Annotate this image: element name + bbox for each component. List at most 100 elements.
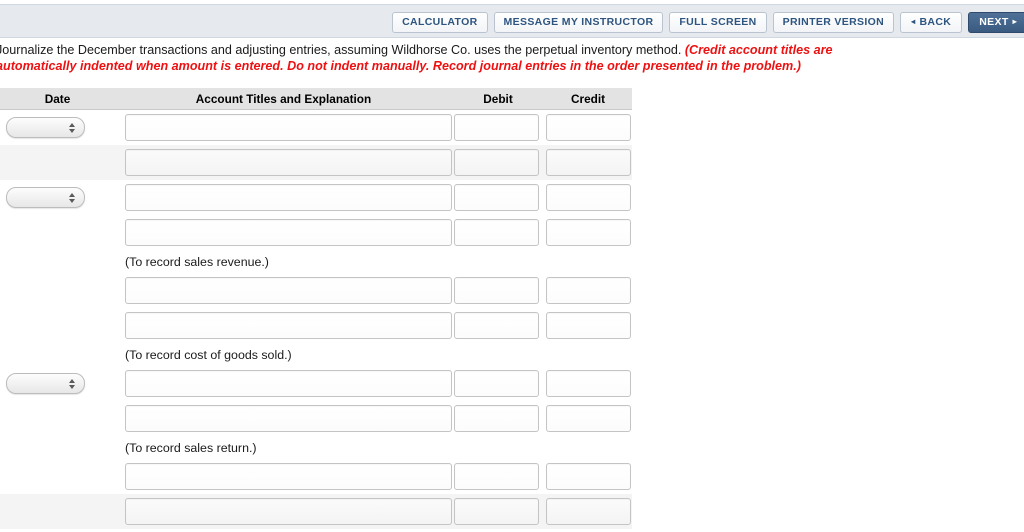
stepper-arrows-icon <box>69 192 75 203</box>
credit-input[interactable] <box>546 149 631 176</box>
account-title-input[interactable] <box>125 277 452 304</box>
credit-cell <box>544 401 632 436</box>
next-button[interactable]: NEXT ▸ <box>968 11 1024 33</box>
account-title-input[interactable] <box>125 463 452 490</box>
credit-cell <box>544 180 632 215</box>
instructions-hint-part1: (Credit account titles are <box>684 43 833 57</box>
credit-input[interactable] <box>546 184 631 211</box>
debit-input[interactable] <box>454 405 539 432</box>
chevron-left-icon: ◂ <box>911 17 916 26</box>
top-toolbar: CALCULATOR MESSAGE MY INSTRUCTOR FULL SC… <box>0 4 1024 38</box>
credit-input[interactable] <box>546 370 631 397</box>
debit-input[interactable] <box>454 312 539 339</box>
account-cell <box>115 273 452 308</box>
table-row <box>0 308 632 343</box>
credit-input[interactable] <box>546 405 631 432</box>
column-header-credit: Credit <box>570 91 606 106</box>
debit-cell <box>452 343 544 366</box>
printer-version-button[interactable]: PRINTER VERSION <box>772 11 895 33</box>
debit-input[interactable] <box>454 149 539 176</box>
debit-cell <box>452 110 544 145</box>
debit-input[interactable] <box>454 277 539 304</box>
table-row <box>0 401 632 436</box>
table-row-explanation: (To record sales revenue.) <box>0 250 632 273</box>
account-title-input[interactable] <box>125 114 452 141</box>
table-row <box>0 110 632 145</box>
back-button[interactable]: ◂ BACK <box>900 11 963 33</box>
account-cell <box>115 401 452 436</box>
credit-input[interactable] <box>546 219 631 246</box>
calculator-button[interactable]: CALCULATOR <box>392 11 488 33</box>
table-row-explanation: (To record cost of goods sold.) <box>0 343 632 366</box>
table-row <box>0 273 632 308</box>
table-header-row: Date Account Titles and Explanation Debi… <box>0 88 632 110</box>
debit-cell <box>452 308 544 343</box>
debit-cell <box>452 366 544 401</box>
table-body: (To record sales revenue.) (To record cos… <box>0 110 632 529</box>
account-cell: (To record sales return.) <box>115 436 452 459</box>
account-cell <box>115 366 452 401</box>
table-row <box>0 459 632 494</box>
date-cell <box>0 401 115 436</box>
account-title-input[interactable] <box>125 405 452 432</box>
account-cell <box>115 145 452 180</box>
credit-cell <box>544 459 632 494</box>
explanation-label: (To record cost of goods sold.) <box>125 347 292 362</box>
table-row <box>0 215 632 250</box>
credit-cell <box>544 366 632 401</box>
debit-cell <box>452 401 544 436</box>
date-select[interactable] <box>6 373 85 394</box>
debit-input[interactable] <box>454 219 539 246</box>
date-select[interactable] <box>6 187 85 208</box>
account-title-input[interactable] <box>125 498 452 525</box>
debit-input[interactable] <box>454 184 539 211</box>
credit-input[interactable] <box>546 463 631 490</box>
date-cell <box>0 180 115 215</box>
account-cell <box>115 459 452 494</box>
debit-cell <box>452 145 544 180</box>
account-title-input[interactable] <box>125 312 452 339</box>
debit-input[interactable] <box>454 498 539 525</box>
table-row-explanation: (To record sales return.) <box>0 436 632 459</box>
table-row <box>0 494 632 529</box>
credit-input[interactable] <box>546 277 631 304</box>
instructions-text: Journalize the December transactions and… <box>0 42 1024 74</box>
message-instructor-button[interactable]: MESSAGE MY INSTRUCTOR <box>493 11 664 33</box>
credit-cell <box>544 145 632 180</box>
credit-cell <box>544 494 632 529</box>
date-cell <box>0 343 115 366</box>
table-row <box>0 180 632 215</box>
debit-input[interactable] <box>454 370 539 397</box>
credit-input[interactable] <box>546 498 631 525</box>
back-button-label: BACK <box>919 16 952 28</box>
debit-cell <box>452 459 544 494</box>
date-cell <box>0 110 115 145</box>
debit-input[interactable] <box>454 463 539 490</box>
debit-cell <box>452 180 544 215</box>
date-cell <box>0 436 115 459</box>
credit-cell <box>544 343 632 366</box>
date-select[interactable] <box>6 117 85 138</box>
account-title-input[interactable] <box>125 219 452 246</box>
explanation-label: (To record sales return.) <box>125 440 257 455</box>
account-cell <box>115 110 452 145</box>
debit-input[interactable] <box>454 114 539 141</box>
account-title-input[interactable] <box>125 149 452 176</box>
column-header-debit: Debit <box>483 91 513 106</box>
account-cell <box>115 215 452 250</box>
account-title-input[interactable] <box>125 184 452 211</box>
credit-cell <box>544 250 632 273</box>
date-cell <box>0 145 115 180</box>
account-cell <box>115 180 452 215</box>
date-cell <box>0 250 115 273</box>
instructions-main: Journalize the December transactions and… <box>0 43 685 57</box>
credit-cell <box>544 308 632 343</box>
full-screen-button[interactable]: FULL SCREEN <box>669 11 767 33</box>
credit-input[interactable] <box>546 312 631 339</box>
debit-cell <box>452 494 544 529</box>
table-row <box>0 366 632 401</box>
account-cell <box>115 494 452 529</box>
credit-input[interactable] <box>546 114 631 141</box>
debit-cell <box>452 215 544 250</box>
account-title-input[interactable] <box>125 370 452 397</box>
